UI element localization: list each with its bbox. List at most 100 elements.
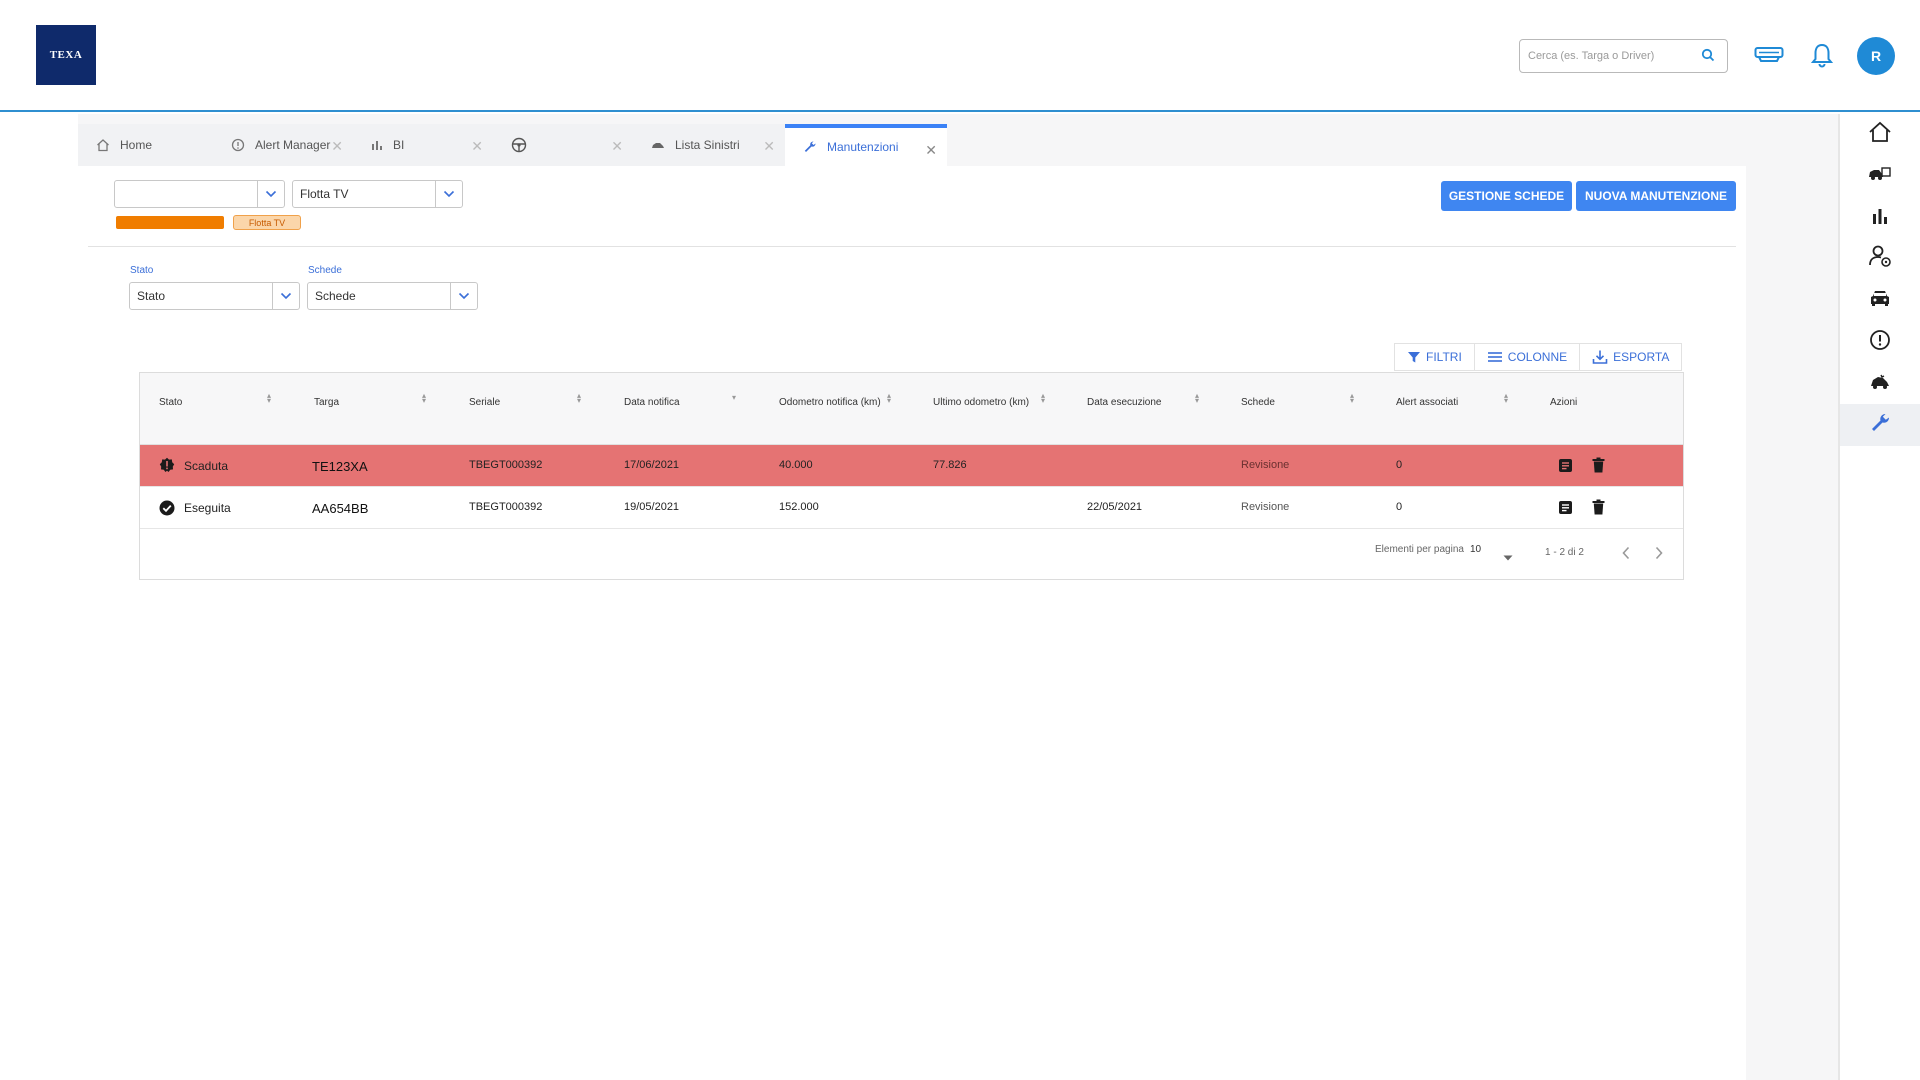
bell-icon[interactable] <box>1810 42 1834 73</box>
close-icon[interactable]: ✕ <box>763 138 775 155</box>
column-header-stato[interactable]: Stato <box>159 395 182 411</box>
sidebar-item-maintenance[interactable] <box>1840 404 1920 446</box>
nuova-manutenzione-button[interactable]: NUOVA MANUTENZIONE <box>1576 181 1736 211</box>
alert-circle-icon <box>231 138 245 152</box>
cell-alert-associati: 0 <box>1396 501 1403 513</box>
tab-steering[interactable]: ✕ <box>493 124 633 166</box>
chevron-down-icon <box>435 181 462 207</box>
caret-down-icon[interactable] <box>1503 548 1513 566</box>
cell-data-notifica: 17/06/2021 <box>624 459 680 471</box>
cell-ultimo-odometro: 77.826 <box>933 459 967 471</box>
user-avatar[interactable]: R <box>1857 37 1895 75</box>
filter-icon <box>1407 350 1421 364</box>
esporta-button[interactable]: ESPORTA <box>1580 344 1681 370</box>
sort-icon[interactable]: ▴ ▾ <box>577 392 581 405</box>
tab-home[interactable]: Home <box>78 124 213 166</box>
cell-schede: Revisione <box>1241 459 1290 471</box>
table-row[interactable]: Eseguita AA654BB TBEGT000392 19/05/2021 … <box>140 487 1683 529</box>
close-icon[interactable]: ✕ <box>611 138 623 155</box>
fleet-select[interactable]: Flotta TV <box>292 180 463 208</box>
column-header-data-notifica[interactable]: Data notifica <box>624 395 680 411</box>
tab-bar: Home Alert Manager ✕ BI ✕ ✕ Lista Sinist… <box>78 124 947 166</box>
tab-label: BI <box>393 138 405 152</box>
search-input[interactable] <box>1520 40 1690 72</box>
cell-alert-associati: 0 <box>1396 459 1403 471</box>
column-header-data-esecuzione[interactable]: Data esecuzione <box>1087 395 1162 411</box>
sort-icon[interactable]: ▴ ▾ <box>1504 392 1508 405</box>
column-header-targa[interactable]: Targa <box>314 395 339 411</box>
chevron-down-icon <box>257 181 284 207</box>
sidebar-item-drivers[interactable] <box>1840 238 1920 278</box>
column-header-odometro-notifica[interactable]: Odometro notifica (km) <box>779 395 889 411</box>
device-icon[interactable] <box>1754 46 1784 71</box>
car-crash-icon <box>651 140 665 150</box>
schede-select-value: Schede <box>315 289 356 303</box>
table-row[interactable]: Scaduta TE123XA TBEGT000392 17/06/2021 4… <box>140 445 1683 487</box>
sidebar-item-alerts[interactable] <box>1840 322 1920 362</box>
right-sidebar <box>1838 114 1920 1080</box>
sort-icon[interactable]: ▴ ▾ <box>1041 392 1045 405</box>
table-toolbar: FILTRI COLONNE ESPORTA <box>1394 343 1683 371</box>
close-icon[interactable]: ✕ <box>471 138 483 155</box>
pagination-range: 1 - 2 di 2 <box>1545 547 1584 558</box>
details-icon[interactable] <box>1558 458 1573 478</box>
cell-odometro-notifica: 40.000 <box>779 459 813 471</box>
cell-data-esecuzione: 22/05/2021 <box>1087 501 1143 513</box>
stato-select[interactable]: Stato <box>129 282 300 310</box>
tab-lista-sinistri[interactable]: Lista Sinistri ✕ <box>633 124 785 166</box>
sidebar-item-claims[interactable] <box>1840 364 1920 404</box>
details-icon[interactable] <box>1558 500 1573 520</box>
tab-label: Home <box>120 138 153 152</box>
cell-seriale: TBEGT000392 <box>469 459 543 471</box>
chevron-right-icon[interactable] <box>1654 546 1664 565</box>
chevron-down-icon <box>450 283 477 309</box>
column-header-alert-associati[interactable]: Alert associati <box>1396 395 1458 411</box>
chevron-left-icon[interactable] <box>1621 546 1631 565</box>
top-header: TEXA R <box>0 0 1920 112</box>
alert-circle-icon <box>1869 329 1891 356</box>
close-icon[interactable]: ✕ <box>331 138 343 155</box>
sort-icon[interactable]: ▴ ▾ <box>422 392 426 405</box>
column-header-schede[interactable]: Schede <box>1241 395 1275 411</box>
tab-manutenzioni[interactable]: Manutenzioni ✕ <box>785 124 947 166</box>
column-header-azioni: Azioni <box>1550 397 1578 408</box>
tab-bi[interactable]: BI ✕ <box>353 124 493 166</box>
cell-targa: TE123XA <box>312 459 368 474</box>
cell-schede: Revisione <box>1241 501 1290 513</box>
trash-icon[interactable] <box>1592 499 1605 520</box>
filtri-button[interactable]: FILTRI <box>1395 344 1475 370</box>
fleet-chip[interactable]: Flotta TV <box>233 215 301 230</box>
column-header-ultimo-odometro[interactable]: Ultimo odometro (km) <box>933 395 1029 411</box>
search-box <box>1519 39 1728 73</box>
tab-label: Manutenzioni <box>827 140 899 154</box>
stato-select-value: Stato <box>137 289 166 303</box>
tab-alert-manager[interactable]: Alert Manager ✕ <box>213 124 353 166</box>
sort-icon[interactable]: ▴ ▾ <box>1350 392 1354 405</box>
texa-logo[interactable]: TEXA <box>36 25 96 85</box>
sidebar-item-vehicles[interactable] <box>1840 280 1920 320</box>
sort-icon[interactable]: ▴ ▾ <box>267 392 271 405</box>
home-icon <box>96 138 110 152</box>
car-icon <box>1869 289 1891 312</box>
section-divider <box>88 246 1736 247</box>
stato-filter-label: Stato <box>130 265 154 276</box>
schede-select[interactable]: Schede <box>307 282 478 310</box>
truck-icon <box>1868 166 1892 187</box>
gestione-schede-button[interactable]: GESTIONE SCHEDE <box>1441 181 1572 211</box>
sort-icon[interactable]: ▴ ▾ <box>887 392 891 405</box>
trash-icon[interactable] <box>1592 457 1605 478</box>
fleet-select-value: Flotta TV <box>300 187 349 201</box>
sort-icon[interactable]: ▴ ▾ <box>1195 392 1199 405</box>
sort-desc-icon[interactable]: ▾ <box>732 394 736 402</box>
sidebar-item-home[interactable] <box>1840 114 1920 154</box>
close-icon[interactable]: ✕ <box>925 142 937 159</box>
colonne-button[interactable]: COLONNE <box>1475 344 1581 370</box>
sidebar-item-bi[interactable] <box>1840 198 1920 238</box>
search-icon[interactable] <box>1701 48 1715 67</box>
download-icon <box>1592 349 1608 365</box>
column-header-seriale[interactable]: Seriale <box>469 395 500 411</box>
car-crash-icon <box>1869 374 1891 395</box>
per-page-select[interactable]: 10 <box>1470 544 1481 555</box>
company-select[interactable] <box>114 180 285 208</box>
sidebar-item-fleet[interactable] <box>1840 156 1920 196</box>
